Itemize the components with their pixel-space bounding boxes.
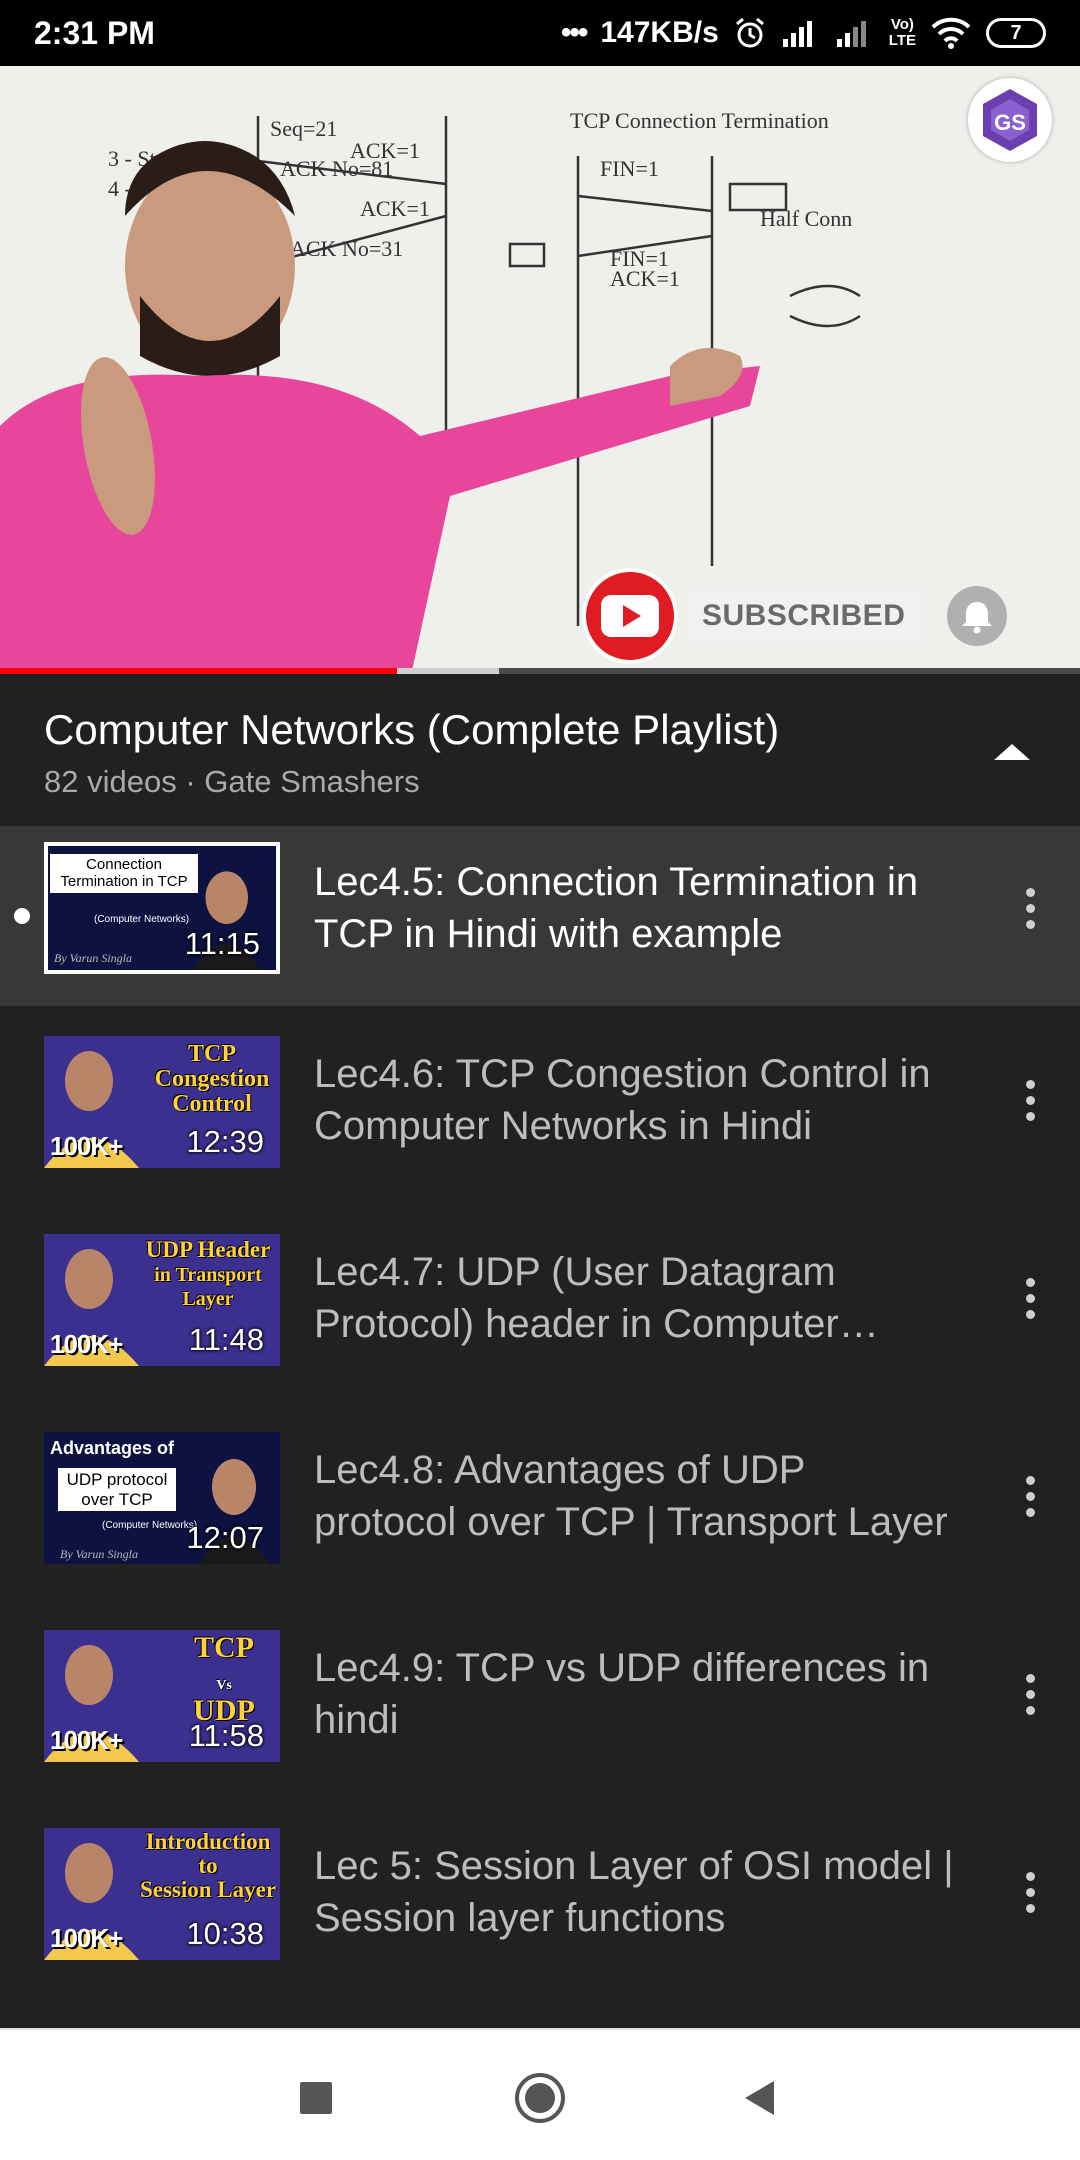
system-nav-bar <box>0 2028 1080 2160</box>
battery-icon: 7 <box>986 18 1046 48</box>
video-player[interactable]: TCP Connection Termination FIN=1 FIN=1 A… <box>0 66 1080 672</box>
subscribed-label[interactable]: SUBSCRIBED <box>686 586 922 646</box>
status-icons: ••• 147KB/s Vo) LTE 7 <box>561 10 1046 56</box>
square-icon[interactable] <box>286 2068 346 2128</box>
now-playing-indicator <box>14 908 30 924</box>
video-title[interactable]: Lec 5: Session Layer of OSI model | Sess… <box>314 1840 954 1944</box>
svg-text:ACK=1: ACK=1 <box>360 196 430 221</box>
playlist-title: Computer Networks (Complete Playlist) <box>44 706 780 753</box>
playlist-items: Connection Termination in TCP (Computer … <box>0 826 1080 2014</box>
svg-text:ACK No=31: ACK No=31 <box>290 236 403 261</box>
thumb-text-box: UDP protocol over TCP <box>58 1468 176 1512</box>
thumb-caption: TCP Vs UDP <box>193 1631 255 1727</box>
video-thumbnail[interactable]: Advantages of UDP protocol over TCP (Com… <box>44 1432 280 1564</box>
views-badge: 100K+ <box>50 1329 123 1359</box>
svg-text:GS: GS <box>994 110 1026 135</box>
more-vert-icon[interactable] <box>1010 1664 1050 1724</box>
status-bar: 2:31 PM ••• 147KB/s Vo) LTE 7 <box>0 0 1080 66</box>
playlist-item[interactable]: Introduction to Session Layer 100K+ 10:3… <box>0 1816 1080 2014</box>
video-thumbnail[interactable]: TCP Congestion Control 100K+ 12:39 <box>44 1036 280 1168</box>
volte-icon: Vo) LTE <box>888 16 916 49</box>
views-badge: 100K+ <box>50 1131 123 1161</box>
views-badge: 100K+ <box>50 1923 123 1953</box>
notification-dots: ••• <box>560 16 588 49</box>
svg-text:ACK No=81: ACK No=81 <box>280 156 393 181</box>
thumb-author: By Varun Singla <box>60 1547 138 1561</box>
video-title[interactable]: Lec4.5: Connection Termination in TCP in… <box>314 856 954 960</box>
playlist-item[interactable]: TCP Congestion Control 100K+ 12:39 Lec4.… <box>0 1024 1080 1222</box>
video-thumbnail[interactable]: Introduction to Session Layer 100K+ 10:3… <box>44 1828 280 1960</box>
more-vert-icon[interactable] <box>1010 1862 1050 1922</box>
video-duration: 12:07 <box>186 1520 264 1555</box>
svg-text:Seq=21: Seq=21 <box>270 116 337 141</box>
video-duration: 11:15 <box>184 926 260 961</box>
video-duration: 10:38 <box>186 1916 264 1951</box>
video-title[interactable]: Lec4.6: TCP Congestion Control in Comput… <box>314 1048 954 1152</box>
youtube-logo-icon <box>582 568 678 664</box>
circle-icon[interactable] <box>510 2068 570 2128</box>
thumb-caption: UDP Header in Transport Layer <box>145 1237 271 1311</box>
thumb-subtitle: (Computer Networks) <box>94 914 190 925</box>
svg-text:FIN=1: FIN=1 <box>600 156 659 181</box>
video-duration: 11:58 <box>188 1718 264 1753</box>
playlist-header[interactable]: Computer Networks (Complete Playlist) 82… <box>0 674 1080 826</box>
svg-text:ACK=1: ACK=1 <box>610 266 680 291</box>
more-vert-icon[interactable] <box>1010 1268 1050 1328</box>
playlist-item[interactable]: UDP Header in Transport Layer 100K+ 11:4… <box>0 1222 1080 1420</box>
playlist-item[interactable]: Advantages of UDP protocol over TCP (Com… <box>0 1420 1080 1618</box>
more-vert-icon[interactable] <box>1010 878 1050 938</box>
playlist-item[interactable]: TCP Vs UDP 100K+ 11:58 Lec4.9: TCP vs UD… <box>0 1618 1080 1816</box>
video-title[interactable]: Lec4.8: Advantages of UDP protocol over … <box>314 1444 954 1548</box>
more-vert-icon[interactable] <box>1010 1070 1050 1130</box>
playlist-meta: 82 videos · Gate Smashers <box>44 764 420 799</box>
wifi-icon <box>930 16 972 50</box>
video-thumbnail[interactable]: UDP Header in Transport Layer 100K+ 11:4… <box>44 1234 280 1366</box>
playlist-item[interactable]: Connection Termination in TCP (Computer … <box>0 826 1080 1006</box>
chevron-up-icon[interactable] <box>984 724 1040 780</box>
signal-icon-2 <box>835 17 875 49</box>
thumb-author: By Varun Singla <box>54 951 132 965</box>
thumb-subtitle: (Computer Networks) <box>102 1520 198 1531</box>
video-title[interactable]: Lec4.7: UDP (User Datagram Protocol) hea… <box>314 1246 954 1350</box>
video-thumbnail[interactable]: Connection Termination in TCP (Computer … <box>44 842 280 974</box>
triangle-back-icon[interactable] <box>730 2068 790 2128</box>
video-title[interactable]: Lec4.9: TCP vs UDP differences in hindi <box>314 1642 954 1746</box>
video-duration: 11:48 <box>188 1322 264 1357</box>
bell-icon[interactable] <box>947 586 1008 646</box>
status-time: 2:31 PM <box>34 15 155 51</box>
subscribe-overlay[interactable]: SUBSCRIBED <box>582 566 1008 666</box>
alarm-icon <box>733 16 767 50</box>
svg-text:TCP Connection Termination: TCP Connection Termination <box>570 108 829 133</box>
more-vert-icon[interactable] <box>1010 1466 1050 1526</box>
thumb-caption: Introduction to Session Layer <box>139 1829 277 1903</box>
svg-text:Half Conn: Half Conn <box>760 206 852 231</box>
network-speed: 147KB/s <box>600 16 719 49</box>
signal-icon <box>781 17 821 49</box>
video-thumbnail[interactable]: TCP Vs UDP 100K+ 11:58 <box>44 1630 280 1762</box>
views-badge: 100K+ <box>50 1725 123 1755</box>
video-duration: 12:39 <box>186 1124 264 1159</box>
thumb-caption: TCP Congestion Control <box>154 1041 270 1118</box>
thumb-text-box: Connection Termination in TCP <box>50 854 198 893</box>
channel-logo[interactable]: GS <box>968 78 1052 162</box>
thumb-heading: Advantages of <box>50 1438 175 1458</box>
